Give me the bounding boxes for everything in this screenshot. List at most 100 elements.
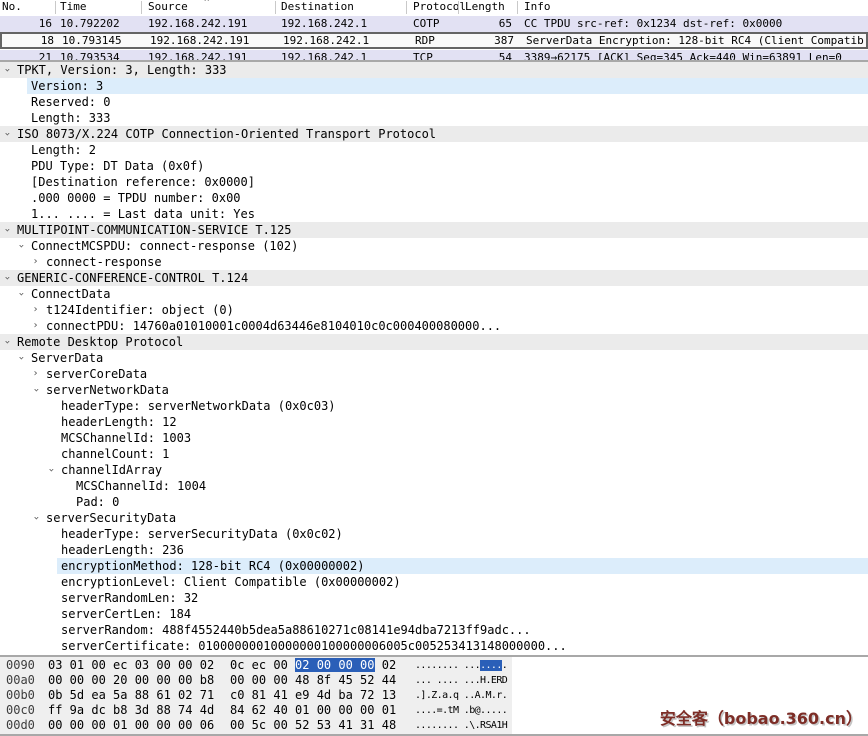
tree-row[interactable]: ›channelIdArray xyxy=(0,462,868,478)
column-header-info[interactable]: Info xyxy=(524,0,551,14)
tree-row-label: MCSChannelId: 1004 xyxy=(72,478,868,494)
tree-row[interactable]: Pad: 0 xyxy=(0,494,868,510)
ascii-bytes-segment: ........ xyxy=(415,660,458,671)
tree-row[interactable]: [Destination reference: 0x0000] xyxy=(0,174,868,190)
tree-row[interactable]: encryptionMethod: 128-bit RC4 (0x0000000… xyxy=(0,558,868,574)
chevron-down-icon[interactable]: › xyxy=(28,512,44,525)
cell-destination: 192.168.242.1 xyxy=(281,16,367,32)
chevron-down-icon[interactable]: › xyxy=(13,288,29,301)
tree-row[interactable]: MCSChannelId: 1004 xyxy=(0,478,868,494)
packet-row[interactable]: 1610.792202192.168.242.191192.168.242.1C… xyxy=(0,15,868,32)
tree-row[interactable]: Length: 333 xyxy=(0,110,868,126)
packet-row[interactable]: 2110.793534192.168.242.191192.168.242.1T… xyxy=(0,49,868,62)
column-separator[interactable] xyxy=(141,1,142,14)
chevron-down-icon[interactable]: › xyxy=(0,128,15,141)
hex-row[interactable]: 00d000 00 00 01 00 00 00 0600 5c 00 52 5… xyxy=(0,718,512,733)
hex-row[interactable]: 00a000 00 00 20 00 00 00 b800 00 00 48 8… xyxy=(0,673,512,688)
column-separator[interactable] xyxy=(55,1,56,14)
chevron-down-icon[interactable]: › xyxy=(43,464,59,477)
column-header-length[interactable]: Length xyxy=(465,0,505,14)
ascii-bytes-segment: ... .... xyxy=(415,675,458,686)
tree-row-label: MULTIPOINT-COMMUNICATION-SERVICE T.125 xyxy=(13,222,868,238)
tree-row-label: headerType: serverSecurityData (0x0c02) xyxy=(57,526,868,542)
tree-row-label: headerLength: 236 xyxy=(57,542,868,558)
tree-row[interactable]: Reserved: 0 xyxy=(0,94,868,110)
tree-row-label: serverRandom: 488f4552440b5dea5a88610271… xyxy=(57,622,868,638)
column-separator[interactable] xyxy=(517,1,518,14)
tree-row[interactable]: ›GENERIC-CONFERENCE-CONTROL T.124 xyxy=(0,270,868,286)
column-header-source[interactable]: Source xyxy=(148,0,188,14)
cell-time: 10.793145 xyxy=(62,33,122,49)
chevron-right-icon[interactable]: › xyxy=(29,366,42,382)
column-header-time[interactable]: Time xyxy=(60,0,87,14)
hex-offset: 00a0 xyxy=(6,673,35,688)
tree-row[interactable]: ›ISO 8073/X.224 COTP Connection-Oriented… xyxy=(0,126,868,142)
tree-row[interactable]: Length: 2 xyxy=(0,142,868,158)
tree-row[interactable]: ›ConnectData xyxy=(0,286,868,302)
tree-row[interactable]: serverCertificate: 010000000100000001000… xyxy=(0,638,868,654)
tree-row-label: headerLength: 12 xyxy=(57,414,868,430)
tree-row[interactable]: ›MULTIPOINT-COMMUNICATION-SERVICE T.125 xyxy=(0,222,868,238)
tree-row[interactable]: ›serverCoreData xyxy=(0,366,868,382)
tree-row[interactable]: 1... .... = Last data unit: Yes xyxy=(0,206,868,222)
tree-row[interactable]: serverRandom: 488f4552440b5dea5a88610271… xyxy=(0,622,868,638)
hex-bytes-selected: 02 00 00 00 xyxy=(295,658,374,672)
packet-list-pane: No. Time Source Destination Protocol Len… xyxy=(0,0,868,62)
tree-row[interactable]: ›TPKT, Version: 3, Length: 333 xyxy=(0,62,868,78)
chevron-down-icon[interactable]: › xyxy=(0,336,15,349)
chevron-down-icon[interactable]: › xyxy=(0,64,15,77)
chevron-right-icon[interactable]: › xyxy=(29,254,42,270)
tree-row[interactable]: encryptionLevel: Client Compatible (0x00… xyxy=(0,574,868,590)
hex-row[interactable]: 00b00b 5d ea 5a 88 61 02 71c0 81 41 e9 4… xyxy=(0,688,512,703)
tree-row-label: encryptionLevel: Client Compatible (0x00… xyxy=(57,574,868,590)
chevron-down-icon[interactable]: › xyxy=(13,240,29,253)
tree-row-label: PDU Type: DT Data (0x0f) xyxy=(27,158,868,174)
tree-row-label: GENERIC-CONFERENCE-CONTROL T.124 xyxy=(13,270,868,286)
chevron-down-icon[interactable]: › xyxy=(0,272,15,285)
tree-row[interactable]: ›connect-response xyxy=(0,254,868,270)
tree-row[interactable]: PDU Type: DT Data (0x0f) xyxy=(0,158,868,174)
chevron-right-icon[interactable]: › xyxy=(29,318,42,334)
hex-offset: 0090 xyxy=(6,658,35,673)
tree-row[interactable]: ›serverNetworkData xyxy=(0,382,868,398)
column-header-destination[interactable]: Destination xyxy=(281,0,354,14)
hex-row[interactable]: 00c0ff 9a dc b8 3d 88 74 4d84 62 40 01 0… xyxy=(0,703,512,718)
chevron-down-icon[interactable]: › xyxy=(28,384,44,397)
tree-row[interactable]: headerType: serverSecurityData (0x0c02) xyxy=(0,526,868,542)
tree-row[interactable]: ›serverSecurityData xyxy=(0,510,868,526)
tree-row[interactable]: serverCertLen: 184 xyxy=(0,606,868,622)
tree-row-label: ISO 8073/X.224 COTP Connection-Oriented … xyxy=(13,126,868,142)
tree-row-label: connectPDU: 14760a01010001c0004d63446e81… xyxy=(42,318,868,334)
chevron-down-icon[interactable]: › xyxy=(0,224,15,237)
tree-row[interactable]: MCSChannelId: 1003 xyxy=(0,430,868,446)
tree-row[interactable]: headerLength: 236 xyxy=(0,542,868,558)
tree-row-label: Version: 3 xyxy=(27,78,868,94)
tree-row[interactable]: ›connectPDU: 14760a01010001c0004d63446e8… xyxy=(0,318,868,334)
hex-bytes-segment: 02 xyxy=(375,658,397,672)
tree-row[interactable]: serverRandomLen: 32 xyxy=(0,590,868,606)
chevron-right-icon[interactable]: › xyxy=(29,302,42,318)
ascii-bytes-segment: .].Z.a.q xyxy=(415,690,458,701)
tree-row-label: ConnectData xyxy=(27,286,868,302)
tree-row[interactable]: ›Remote Desktop Protocol xyxy=(0,334,868,350)
column-separator[interactable] xyxy=(406,1,407,14)
chevron-down-icon[interactable]: › xyxy=(13,352,29,365)
tree-row[interactable]: ›ServerData xyxy=(0,350,868,366)
tree-row-label: [Destination reference: 0x0000] xyxy=(27,174,868,190)
tree-row-label: .000 0000 = TPDU number: 0x00 xyxy=(27,190,868,206)
tree-row[interactable]: .000 0000 = TPDU number: 0x00 xyxy=(0,190,868,206)
tree-row[interactable]: ›t124Identifier: object (0) xyxy=(0,302,868,318)
tree-row[interactable]: Version: 3 xyxy=(0,78,868,94)
packet-row[interactable]: 1810.793145192.168.242.191192.168.242.1R… xyxy=(0,32,868,49)
cell-info: 3389→62175 [ACK] Seq=345 Ack=440 Win=638… xyxy=(524,50,866,62)
column-header-no[interactable]: No. xyxy=(2,0,52,14)
tree-row[interactable]: ›ConnectMCSPDU: connect-response (102) xyxy=(0,238,868,254)
packet-list-body: 1610.792202192.168.242.191192.168.242.1C… xyxy=(0,15,868,62)
tree-row[interactable]: headerLength: 12 xyxy=(0,414,868,430)
hex-row[interactable]: 009003 01 00 ec 03 00 00 020c ec 00 02 0… xyxy=(0,658,512,673)
tree-row[interactable]: channelCount: 1 xyxy=(0,446,868,462)
tree-row[interactable]: headerType: serverNetworkData (0x0c03) xyxy=(0,398,868,414)
column-separator[interactable] xyxy=(275,1,276,14)
column-separator[interactable] xyxy=(458,1,459,14)
cell-length: 387 xyxy=(442,33,514,49)
